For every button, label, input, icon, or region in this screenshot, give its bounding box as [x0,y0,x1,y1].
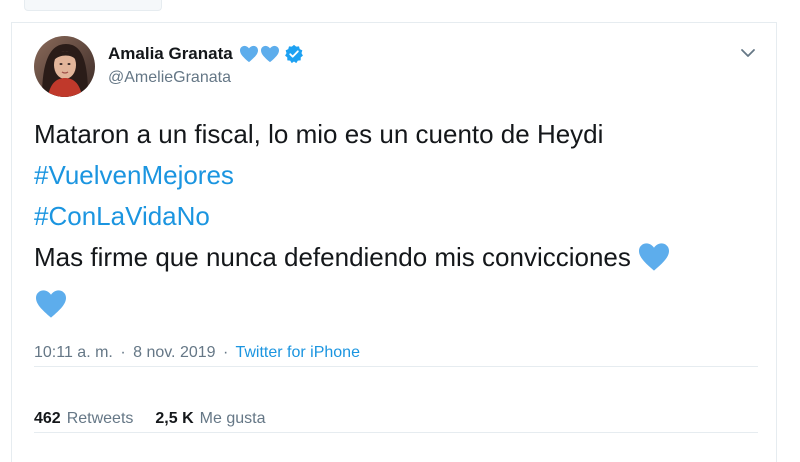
avatar[interactable] [34,36,95,97]
retweets-label: Retweets [66,410,134,427]
name-row: Amalia Granata [108,41,304,67]
blue-heart-icon [34,289,68,331]
retweets-count: 462 [34,410,61,427]
tweet-stats: 462 Retweets 2,5 K Me gusta [34,410,265,428]
hashtag-link[interactable]: #ConLaVidaNo [34,196,764,237]
name-hearts [239,45,280,63]
top-strip [0,0,800,22]
tweet-line: Mataron a un fiscal, lo mio es un cuento… [34,119,604,149]
blue-heart-icon [637,242,671,284]
tweet-time[interactable]: 10:11 a. m. [34,344,113,361]
tweet-card: Amalia Granata @AmelieGranata Mataron a … [11,22,777,462]
display-name[interactable]: Amalia Granata [108,44,233,64]
divider [34,366,758,367]
tweet-source-link[interactable]: Twitter for iPhone [235,344,360,361]
user-handle[interactable]: @AmelieGranata [108,69,231,87]
blue-heart-icon [239,45,258,63]
meta-separator: · [120,344,126,361]
blue-heart-icon [260,45,279,63]
tweet-line-with-emoji: Mas firme que nunca defendiendo mis conv… [34,237,764,284]
likes-count: 2,5 K [155,410,194,427]
chevron-down-icon[interactable] [738,43,758,63]
tweet-meta: 10:11 a. m. · 8 nov. 2019 · Twitter for … [34,344,360,362]
tweet-text: Mataron a un fiscal, lo mio es un cuento… [34,114,764,331]
meta-separator: · [222,344,229,361]
previous-card-edge [24,0,162,11]
likes-label: Me gusta [199,410,266,427]
hashtag-link[interactable]: #VuelvenMejores [34,155,764,196]
tweet-line: Mas firme que nunca defendiendo mis conv… [34,242,631,272]
retweets-stat[interactable]: 462 Retweets [34,410,133,428]
emoji-line [34,284,764,331]
likes-stat[interactable]: 2,5 K Me gusta [155,410,265,428]
verified-badge-icon [284,44,304,64]
tweet-date[interactable]: 8 nov. 2019 [133,344,215,361]
divider [34,432,758,433]
